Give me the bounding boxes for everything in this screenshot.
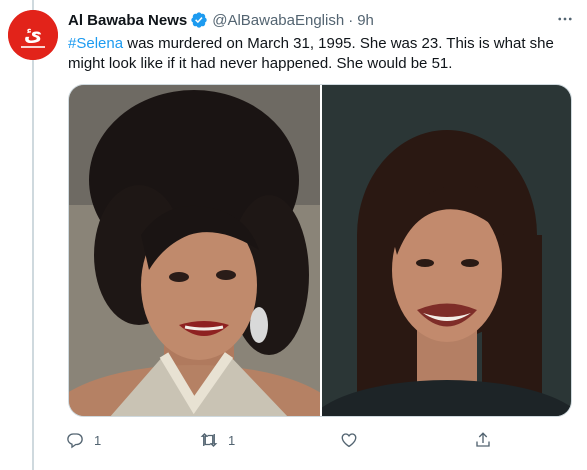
tweet-timestamp[interactable]: 9h <box>357 12 374 29</box>
share-button[interactable] <box>474 426 492 454</box>
thread-connector-line <box>32 0 34 470</box>
more-options-icon <box>558 17 572 21</box>
avatar[interactable]: ئ <box>8 10 58 60</box>
tweet-header: Al Bawaba News @AlBawabaEnglish · 9h <box>68 10 374 30</box>
svg-text:ئ: ئ <box>24 22 42 46</box>
like-icon <box>341 433 357 448</box>
photo-young-woman[interactable] <box>69 85 320 416</box>
verified-badge-icon <box>190 11 208 29</box>
reply-count: 1 <box>94 432 102 448</box>
retweet-button[interactable]: 1 <box>200 426 235 454</box>
separator-dot: · <box>348 11 354 29</box>
tweet-text-line-2: might look like if it had never happened… <box>68 55 453 72</box>
reply-button[interactable]: 1 <box>66 426 101 454</box>
tweet-text-line-1: #Selena was murdered on March 31, 1995. … <box>68 34 580 54</box>
photo-older-woman[interactable] <box>322 85 571 416</box>
retweet-count: 1 <box>228 432 236 448</box>
more-options-button[interactable] <box>550 4 580 34</box>
tweet-text: #Selena was murdered on March 31, 1995. … <box>68 34 580 74</box>
avatar-logo: ئ <box>8 10 58 60</box>
author-handle[interactable]: @AlBawabaEnglish <box>212 12 344 29</box>
reply-icon <box>67 433 83 449</box>
tweet-text-line-1-rest: was murdered on March 31, 1995. She was … <box>123 35 554 52</box>
retweet-icon <box>200 433 218 447</box>
author-display-name[interactable]: Al Bawaba News <box>68 12 187 29</box>
tweet-media[interactable] <box>68 84 572 417</box>
like-button[interactable] <box>340 426 358 454</box>
tweet-actions: 1 1 <box>60 426 500 454</box>
hashtag-link[interactable]: #Selena <box>68 35 123 52</box>
share-icon <box>476 432 490 447</box>
